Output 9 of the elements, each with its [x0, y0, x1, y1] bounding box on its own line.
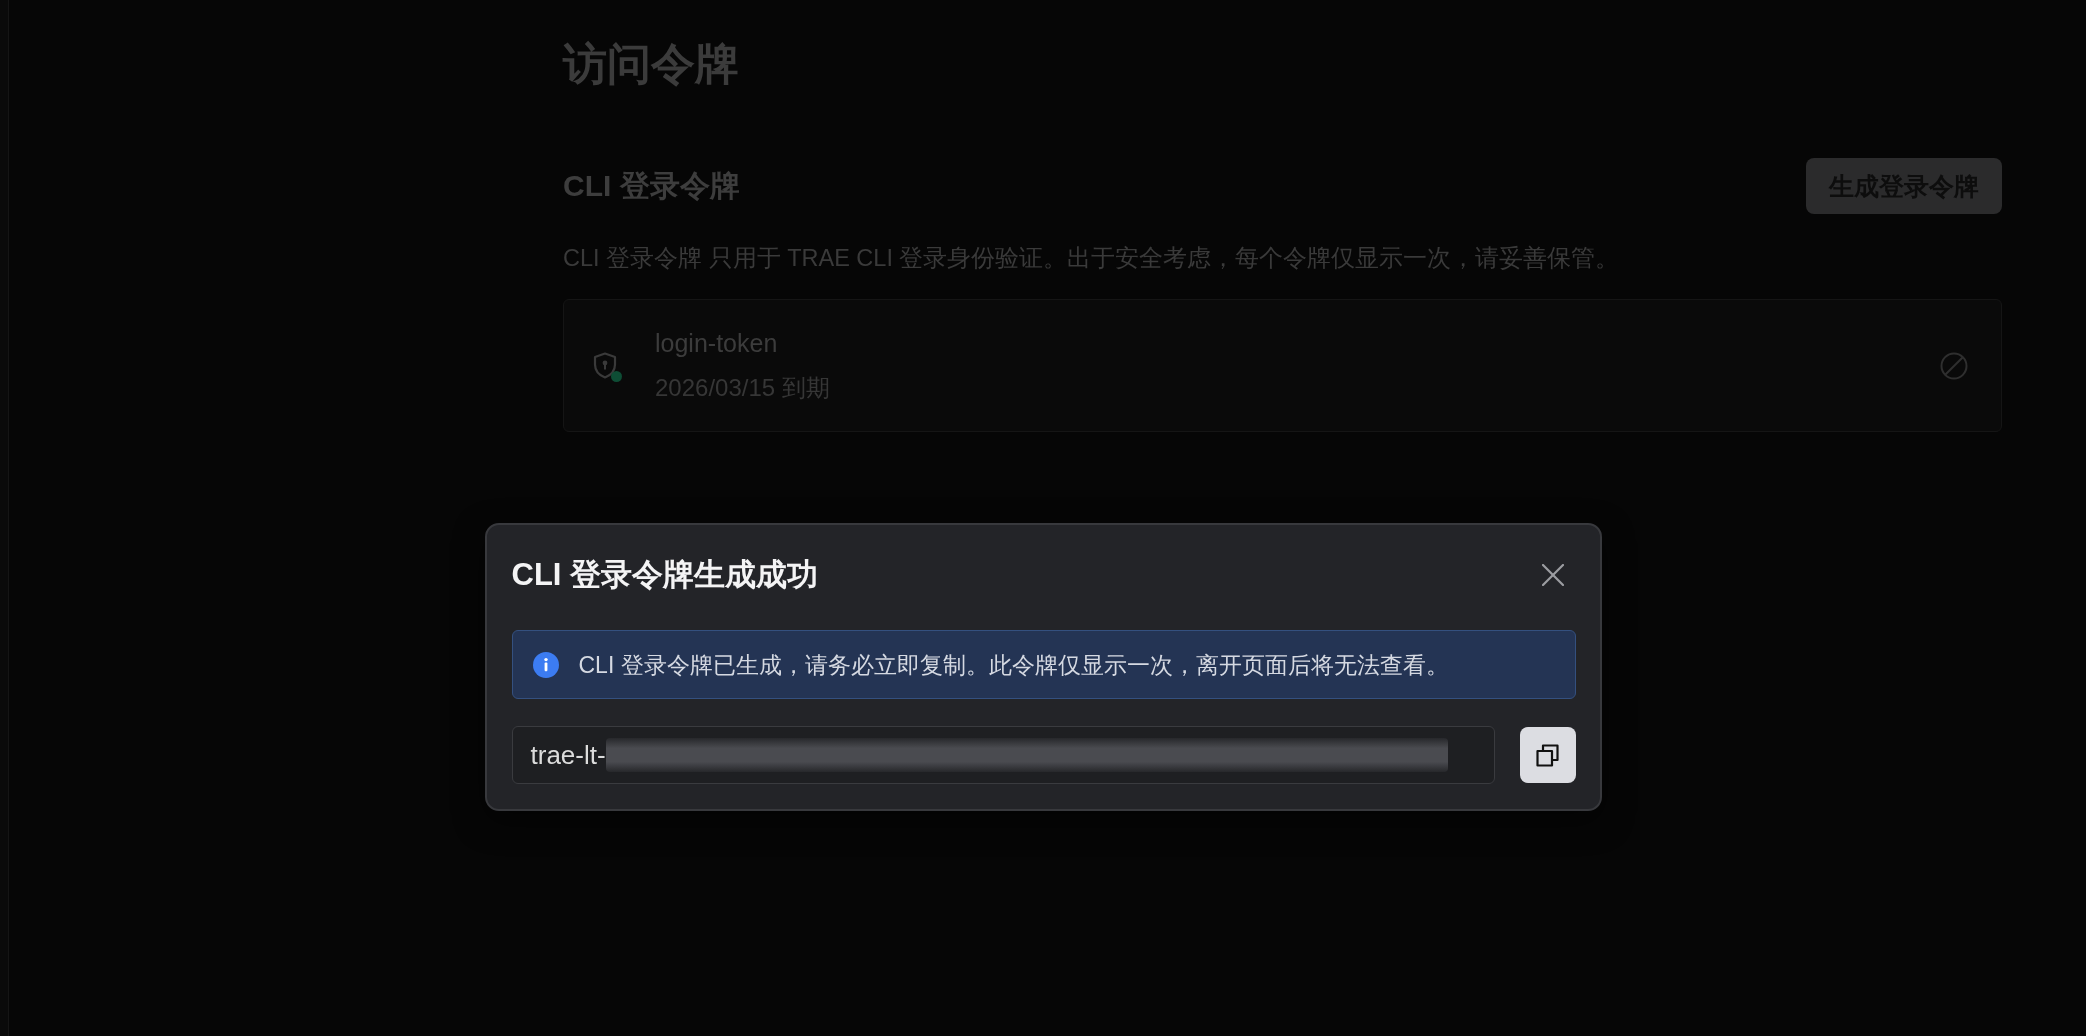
alert-text: CLI 登录令牌已生成，请务必立即复制。此令牌仅显示一次，离开页面后将无法查看。 — [578, 650, 1449, 680]
copy-button[interactable] — [1519, 727, 1576, 783]
close-icon — [1541, 564, 1564, 586]
copy-icon — [1536, 743, 1559, 767]
shield-keyhole-icon — [592, 352, 618, 379]
token-field[interactable]: trae-lt- — [511, 726, 1495, 784]
info-icon — [532, 651, 559, 678]
dialog-title: CLI 登录令牌生成成功 — [511, 556, 819, 594]
ban-icon — [1940, 351, 1968, 380]
